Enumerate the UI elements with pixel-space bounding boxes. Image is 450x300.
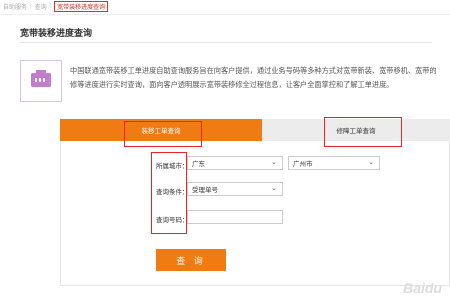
watermark: Baidu <box>403 280 442 296</box>
breadcrumb-separator: | <box>49 3 52 9</box>
chevron-down-icon: ⌄ <box>271 159 277 166</box>
condition-select[interactable]: 受理单号 ⌄ <box>187 182 283 196</box>
chevron-down-icon: ⌄ <box>368 159 374 166</box>
service-icon-box <box>20 60 62 102</box>
city-select[interactable]: 广州市 ⌄ <box>288 156 380 170</box>
condition-value: 受理单号 <box>192 187 218 194</box>
network-port-icon <box>30 69 52 93</box>
query-button[interactable]: 查 询 <box>156 249 226 271</box>
chevron-down-icon: ⌄ <box>271 185 277 192</box>
divider <box>20 42 432 43</box>
breadcrumb-item-current: 宽带装移进度查询 <box>54 0 109 12</box>
divider <box>0 14 450 15</box>
province-value: 广东 <box>192 161 205 168</box>
breadcrumb: 自助服务 | 查询 | 宽带装移进度查询 <box>0 0 109 12</box>
query-number-input[interactable] <box>187 210 283 224</box>
breadcrumb-separator: | <box>30 3 32 9</box>
breadcrumb-item-self-service[interactable]: 自助服务 <box>3 2 27 11</box>
province-select[interactable]: 广东 ⌄ <box>187 156 283 170</box>
query-tabs: 装移工单查询 修障工单查询 <box>60 117 450 147</box>
city-value: 广州市 <box>293 161 313 168</box>
annotation-box <box>151 152 187 234</box>
breadcrumb-item-query[interactable]: 查询 <box>35 2 47 11</box>
page-title: 宽带装移进度查询 <box>20 28 93 38</box>
service-description: 中国联通宽带装移工单进度自助查询服务旨在向客户提供，通过业务号码等多种方式对宽带… <box>70 66 437 89</box>
